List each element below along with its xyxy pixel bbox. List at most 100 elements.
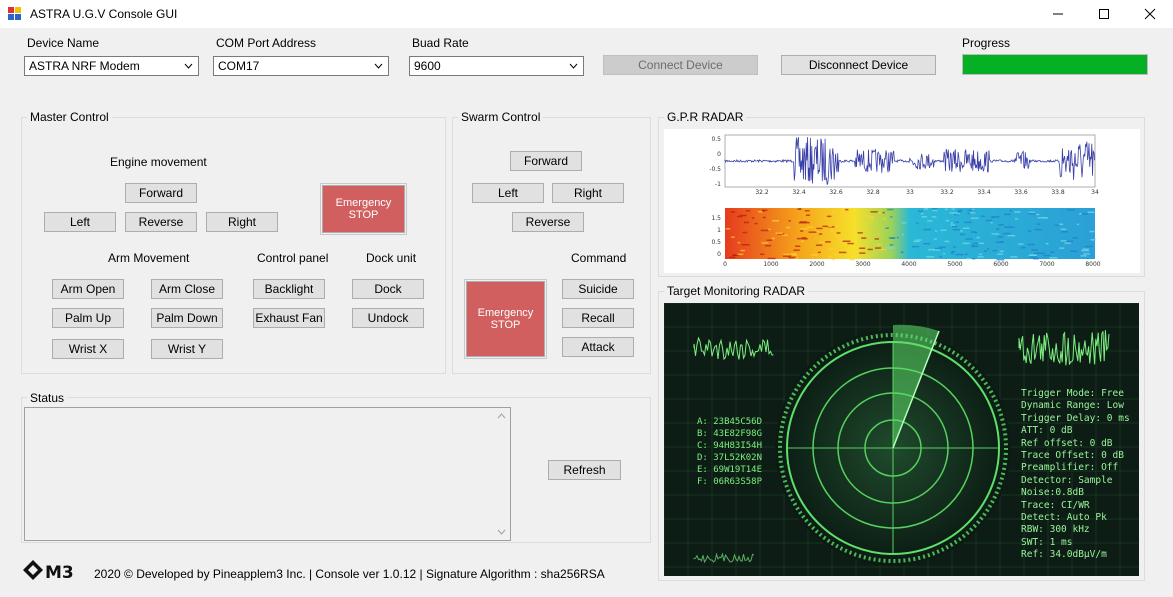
swarm-forward-button[interactable]: Forward <box>510 151 582 171</box>
master-reverse-button[interactable]: Reverse <box>125 212 197 232</box>
company-logo: M3 <box>23 560 74 583</box>
gpr-radar-title: G.P.R RADAR <box>664 110 747 124</box>
logo-text: M3 <box>45 563 74 583</box>
readout-line: Ref: 34.0dBµV/m <box>1021 549 1107 561</box>
exhaust-fan-button[interactable]: Exhaust Fan <box>253 308 325 328</box>
spectrogram-x-tick: 1000 <box>763 261 778 268</box>
waveform-x-tick: 33.4 <box>977 189 991 196</box>
footer-credit: 2020 © Developed by Pineapplem3 Inc. | C… <box>94 567 605 581</box>
minimize-icon <box>1053 13 1063 15</box>
coordinate-line: A: 23B45C56D <box>697 417 763 427</box>
com-port-value: COM17 <box>218 59 260 73</box>
readout-line: Trace: CI/WR <box>1021 499 1090 511</box>
title-bar: ASTRA U.G.V Console GUI <box>0 0 1173 28</box>
spectrogram-x-tick: 5000 <box>947 261 962 268</box>
maximize-button[interactable] <box>1081 0 1127 28</box>
status-scrollbar[interactable] <box>493 408 510 540</box>
coordinate-line: C: 94H83I54H <box>697 441 763 451</box>
wrist-x-button[interactable]: Wrist X <box>52 339 124 359</box>
scroll-down-icon[interactable] <box>497 529 506 535</box>
spectrogram-y-tick: 1 <box>717 227 721 234</box>
swarm-right-button[interactable]: Right <box>552 183 624 203</box>
target-radar-display: A: 23B45C56D B: 43E82F98G C: 94H83I54H D: 3… <box>664 303 1139 576</box>
minimize-button[interactable] <box>1035 0 1081 28</box>
baud-rate-label: Buad Rate <box>412 36 469 50</box>
readout-line: Trigger Mode: Free <box>1021 388 1124 399</box>
coordinate-line: F: 06R63S58P <box>697 477 763 487</box>
recall-button[interactable]: Recall <box>562 308 634 328</box>
spectrogram-x-tick: 4000 <box>901 261 916 268</box>
close-button[interactable] <box>1127 0 1173 28</box>
window-title: ASTRA U.G.V Console GUI <box>30 7 178 21</box>
waveform-x-tick: 33.6 <box>1014 189 1028 196</box>
waveform-y-tick: 0 <box>717 151 721 158</box>
wrist-y-button[interactable]: Wrist Y <box>151 339 223 359</box>
swarm-control-title: Swarm Control <box>458 110 544 124</box>
chevron-down-icon <box>184 57 193 80</box>
com-port-label: COM Port Address <box>216 36 317 50</box>
spectrogram-x-tick: 0 <box>723 261 727 268</box>
baud-rate-select[interactable]: 9600 <box>409 56 584 76</box>
arm-close-button[interactable]: Arm Close <box>151 279 223 299</box>
waveform-y-tick: -1 <box>715 181 721 188</box>
coordinate-line: B: 43E82F98G <box>697 429 763 439</box>
attack-button[interactable]: Attack <box>562 337 634 357</box>
spectrogram-y-tick: 1.5 <box>711 215 721 222</box>
swarm-reverse-button[interactable]: Reverse <box>512 212 584 232</box>
waveform-x-tick: 33.2 <box>940 189 954 196</box>
target-radar-title: Target Monitoring RADAR <box>664 284 809 298</box>
waveform-x-tick: 32.4 <box>792 189 806 196</box>
command-heading: Command <box>571 251 627 265</box>
spectrogram-x-tick: 8000 <box>1085 261 1100 268</box>
readout-line: ATT: 0 dB <box>1021 425 1073 437</box>
waveform-x-tick: 32.8 <box>866 189 880 196</box>
master-right-button[interactable]: Right <box>206 212 278 232</box>
waveform-x-tick: 33 <box>906 189 914 196</box>
close-icon <box>1144 8 1156 20</box>
readout-line: Noise:0.8dB <box>1021 487 1084 499</box>
status-title: Status <box>27 391 68 405</box>
com-port-select[interactable]: COM17 <box>213 56 389 76</box>
swarm-left-button[interactable]: Left <box>472 183 544 203</box>
master-forward-button[interactable]: Forward <box>125 183 197 203</box>
backlight-button[interactable]: Backlight <box>253 279 325 299</box>
suicide-button[interactable]: Suicide <box>562 279 634 299</box>
chevron-down-icon <box>374 57 383 80</box>
scroll-up-icon[interactable] <box>497 413 506 419</box>
arm-open-button[interactable]: Arm Open <box>52 279 124 299</box>
chevron-down-icon <box>569 57 578 80</box>
device-name-select[interactable]: ASTRA NRF Modem <box>24 56 199 76</box>
coordinate-line: E: 69W19T14E <box>697 465 763 475</box>
readout-line: Detector: Sample <box>1021 474 1113 486</box>
swarm-emergency-stop-button[interactable]: Emergency STOP <box>465 280 546 358</box>
status-textarea[interactable] <box>24 407 511 541</box>
dock-button[interactable]: Dock <box>352 279 424 299</box>
engine-movement-heading: Engine movement <box>110 155 207 169</box>
connect-device-button[interactable]: Connect Device <box>603 55 758 75</box>
palm-up-button[interactable]: Palm Up <box>52 308 124 328</box>
disconnect-device-button[interactable]: Disconnect Device <box>781 55 936 75</box>
master-emergency-stop-button[interactable]: Emergency STOP <box>321 184 406 234</box>
undock-button[interactable]: Undock <box>352 308 424 328</box>
waveform-y-tick: -0.5 <box>709 166 721 173</box>
readout-line: Dynamic Range: Low <box>1021 400 1124 412</box>
baud-rate-value: 9600 <box>414 59 441 73</box>
refresh-button[interactable]: Refresh <box>548 460 621 480</box>
progress-bar <box>962 54 1148 75</box>
arm-movement-heading: Arm Movement <box>108 251 190 265</box>
readout-line: Detect: Auto Pk <box>1021 512 1107 524</box>
readout-line: SWT: 1 ms <box>1021 536 1073 548</box>
waveform-x-tick: 33.8 <box>1051 189 1065 196</box>
waveform-y-tick: 0.5 <box>711 136 721 143</box>
waveform-trace <box>724 137 1095 185</box>
palm-down-button[interactable]: Palm Down <box>151 308 223 328</box>
progress-label: Progress <box>962 36 1011 50</box>
master-control-title: Master Control <box>27 110 112 124</box>
readout-line: Trace Offset: 0 dB <box>1021 450 1124 462</box>
device-name-value: ASTRA NRF Modem <box>29 59 140 73</box>
dock-unit-heading: Dock unit <box>366 251 417 265</box>
master-left-button[interactable]: Left <box>44 212 116 232</box>
readout-line: Trigger Delay: 0 ms <box>1021 412 1130 424</box>
progress-fill <box>963 55 1147 74</box>
target-coordinates: A: 23B45C56D B: 43E82F98G C: 94H83I54H D: 3… <box>697 416 762 488</box>
